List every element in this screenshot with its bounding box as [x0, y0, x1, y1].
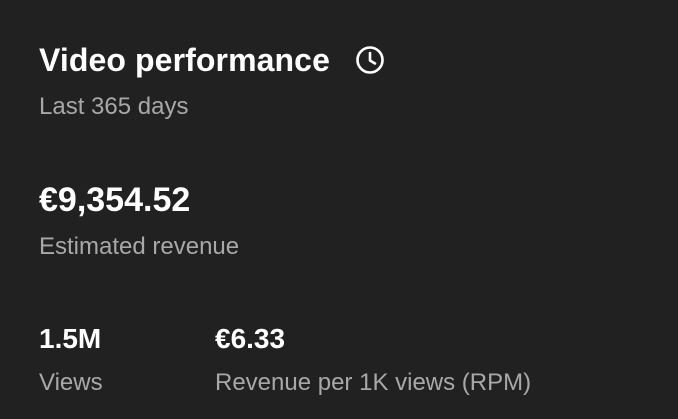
card-header: Video performance — [39, 38, 386, 82]
clock-icon[interactable] — [354, 44, 386, 76]
views-value: 1.5M — [39, 323, 102, 354]
rpm-label: Revenue per 1K views (RPM) — [215, 369, 532, 396]
video-performance-card: Video performance Last 365 days €9,354.5… — [0, 0, 678, 419]
rpm-value: €6.33 — [215, 323, 286, 354]
estimated-revenue-value: €9,354.52 — [39, 181, 191, 219]
period-label: Last 365 days — [39, 93, 189, 120]
card-title: Video performance — [39, 42, 330, 78]
estimated-revenue-label: Estimated revenue — [39, 233, 240, 260]
views-label: Views — [39, 369, 103, 396]
